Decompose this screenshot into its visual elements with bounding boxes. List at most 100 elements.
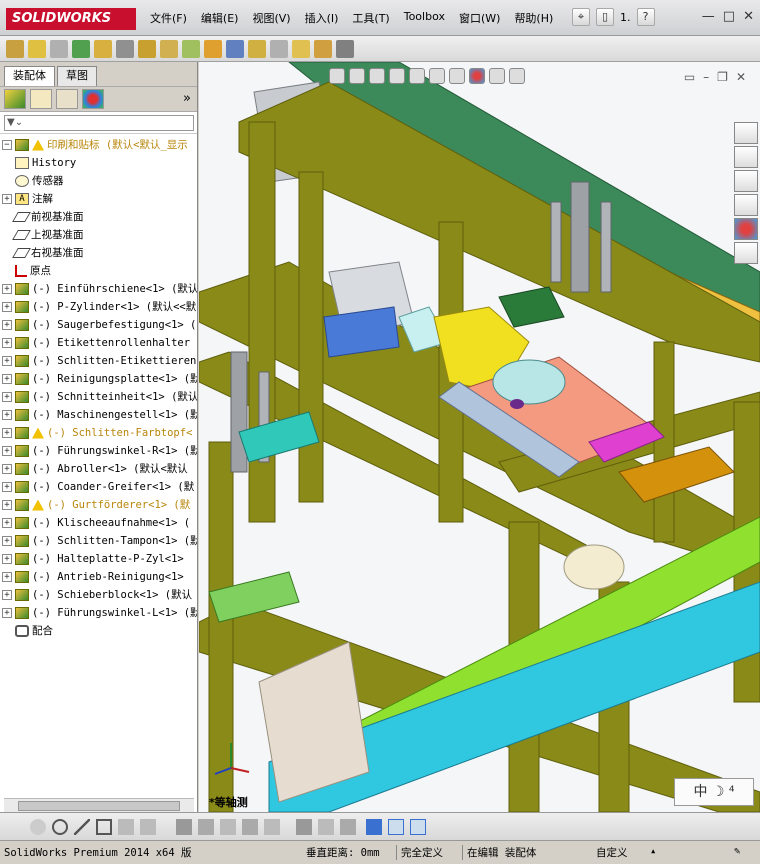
section-view-icon[interactable] [389, 68, 405, 84]
pin-icon[interactable]: ⌖ [572, 8, 590, 26]
tree-item[interactable]: 上视基准面 [0, 226, 197, 244]
expand-icon[interactable]: + [2, 284, 12, 294]
filter-input[interactable]: ▼⌄ [4, 115, 194, 131]
tree-item[interactable]: 配合 [0, 622, 197, 640]
new-document-icon[interactable]: ▯ [596, 8, 614, 26]
menu-window[interactable]: 窗口(W) [459, 10, 500, 26]
tree-item[interactable]: 右视基准面 [0, 244, 197, 262]
menu-help[interactable]: 帮助(H) [514, 10, 553, 26]
menu-file[interactable]: 文件(F) [150, 10, 187, 26]
expand-icon[interactable]: + [2, 536, 12, 546]
insert-component-icon[interactable] [50, 39, 68, 58]
expand-icon[interactable]: + [2, 590, 12, 600]
move-component-icon[interactable] [94, 39, 112, 58]
grid-icon[interactable] [318, 819, 334, 835]
expand-icon[interactable]: + [2, 518, 12, 528]
expand-icon[interactable]: + [2, 608, 12, 618]
tree-item[interactable]: + A 注解 [0, 190, 197, 208]
tree-item[interactable]: + (-) Schlitten-Tampon<1> (默 [0, 532, 197, 550]
zoom-area-icon[interactable] [349, 68, 365, 84]
assembly-model[interactable] [199, 62, 760, 812]
design-library-icon[interactable] [734, 146, 758, 168]
interference-icon[interactable] [248, 39, 266, 58]
display-style-icon[interactable] [429, 68, 445, 84]
tree-item[interactable]: History [0, 154, 197, 172]
menu-edit[interactable]: 编辑(E) [201, 10, 239, 26]
expand-icon[interactable]: + [2, 464, 12, 474]
tab-sketch[interactable]: 草图 [57, 66, 97, 86]
collapse-icon[interactable]: − [2, 140, 12, 150]
feature-tree-icon[interactable] [4, 89, 26, 109]
edit-appearance-icon[interactable] [469, 68, 485, 84]
menu-insert[interactable]: 插入(I) [305, 10, 339, 26]
layout-icon[interactable] [388, 819, 404, 835]
pattern-icon[interactable] [138, 39, 156, 58]
exploded-view-icon[interactable] [226, 39, 244, 58]
previous-view-icon[interactable] [369, 68, 385, 84]
expand-icon[interactable]: + [2, 320, 12, 330]
expand-icon[interactable]: + [2, 374, 12, 384]
tree-item[interactable]: + (-) Führungswinkel-L<1> (默 [0, 604, 197, 622]
tree-item[interactable]: + (-) Reinigungsplatte<1> (默 [0, 370, 197, 388]
clearance-icon[interactable] [270, 39, 288, 58]
expand-icon[interactable]: + [2, 446, 12, 456]
viewport-split-icon[interactable]: ▭ [684, 70, 695, 84]
tree-item[interactable]: + (-) Gurtförderer<1> (默 [0, 496, 197, 514]
menu-tools[interactable]: 工具(T) [352, 10, 389, 26]
circle-icon[interactable] [52, 819, 68, 835]
tab-assembly[interactable]: 装配体 [4, 66, 55, 86]
home-icon[interactable] [734, 122, 758, 144]
tree-item[interactable]: + (-) Saugerbefestigung<1> ( [0, 316, 197, 334]
viewport-restore-icon[interactable]: ❐ [717, 70, 728, 84]
help-question-icon[interactable]: ? [636, 8, 655, 26]
tree-item[interactable]: + (-) Abroller<1> (默认<默认 [0, 460, 197, 478]
tree-item[interactable]: + (-) Schieberblock<1> (默认 [0, 586, 197, 604]
polygon-icon[interactable] [96, 819, 112, 835]
tree-item[interactable]: 原点 [0, 262, 197, 280]
expand-icon[interactable]: + [2, 554, 12, 564]
tree-item[interactable]: + (-) Halteplatte-P-Zyl<1> [0, 550, 197, 568]
maximize-button[interactable]: □ [723, 9, 735, 24]
expand-icon[interactable]: + [2, 482, 12, 492]
minimize-button[interactable]: — [702, 9, 715, 24]
horizontal-scrollbar[interactable] [4, 798, 194, 812]
assembly-features-icon[interactable] [160, 39, 178, 58]
tree-item[interactable]: + (-) Antrieb-Reinigung<1> [0, 568, 197, 586]
view-settings-icon[interactable] [509, 68, 525, 84]
tree-item[interactable]: 前视基准面 [0, 208, 197, 226]
expand-icon[interactable]: + [2, 572, 12, 582]
mate-icon[interactable] [72, 39, 90, 58]
tree-item[interactable]: + (-) Coander-Greifer<1> (默 [0, 478, 197, 496]
hole-alignment-icon[interactable] [292, 39, 310, 58]
scrollbar-thumb[interactable] [18, 801, 180, 811]
offset-icon[interactable] [242, 819, 258, 835]
reference-geometry-icon[interactable] [182, 39, 200, 58]
units-custom[interactable]: 自定义 [596, 845, 628, 860]
split-layout-icon[interactable] [410, 819, 426, 835]
cube-icon[interactable] [366, 819, 382, 835]
tree-root[interactable]: − 印刷和贴标 (默认<默认_显示 [0, 136, 197, 154]
tree-item[interactable]: + (-) Etikettenrollenhalter [0, 334, 197, 352]
display-manager-icon[interactable] [82, 89, 104, 109]
line-icon[interactable] [74, 819, 90, 835]
relation-icon[interactable] [198, 819, 214, 835]
tree-item[interactable]: + (-) Einführschiene<1> (默认 [0, 280, 197, 298]
smart-dimension-icon[interactable] [176, 819, 192, 835]
tree-item[interactable]: + (-) Schlitten-Etikettieren [0, 352, 197, 370]
expand-chevron-icon[interactable]: » [183, 91, 191, 106]
expand-icon[interactable]: + [2, 194, 12, 204]
viewport-close-icon[interactable]: ✕ [736, 70, 746, 84]
zoom-to-fit-icon[interactable] [329, 68, 345, 84]
tree-item[interactable]: + (-) Schlitten-Farbtopf< [0, 424, 197, 442]
expand-icon[interactable]: + [2, 302, 12, 312]
ime-indicator[interactable]: 中 ☽ ⁴ [674, 778, 754, 806]
menu-view[interactable]: 视图(V) [252, 10, 290, 26]
units-chevron-icon[interactable]: ▴ [650, 845, 656, 857]
expand-icon[interactable]: + [2, 338, 12, 348]
tree-item[interactable]: + (-) Führungswinkel-R<1> (默 [0, 442, 197, 460]
measure-icon[interactable] [314, 39, 332, 58]
expand-icon[interactable]: + [2, 392, 12, 402]
tree-item[interactable]: + (-) Klischeeaufnahme<1> ( [0, 514, 197, 532]
graphics-area[interactable]: ▭ – ❐ ✕ *等轴测 中 ☽ ⁴ [199, 62, 760, 812]
expand-icon[interactable]: + [2, 356, 12, 366]
